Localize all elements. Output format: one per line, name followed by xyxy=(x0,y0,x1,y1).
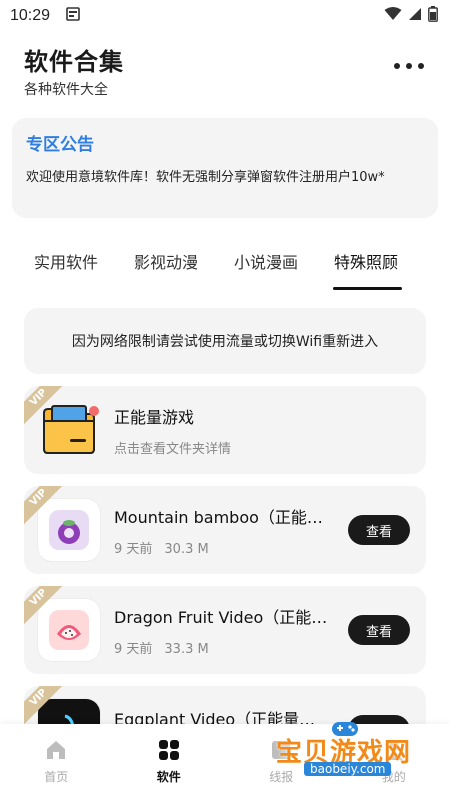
category-tabs: 实用软件 影视动漫 小说漫画 特殊照顾 xyxy=(0,244,450,290)
folder-description: 点击查看文件夹详情 xyxy=(114,441,232,457)
nav-label: 首页 xyxy=(44,770,69,784)
app-meta: 9 天前 30.3 M xyxy=(114,538,338,557)
announcement-body: 欢迎使用意境软件库！软件无强制分享弹窗软件注册用户10w* xyxy=(26,170,385,185)
battery-icon xyxy=(428,6,438,26)
app-size: 30.3 M xyxy=(164,541,209,557)
more-options-icon[interactable] xyxy=(394,56,424,76)
app-item[interactable]: VIP Dragon Fruit Video（正能… 9 天前 33.3 M 查看 xyxy=(24,586,426,674)
page-subtitle: 各种软件大全 xyxy=(24,82,108,98)
tab-utility-software[interactable]: 实用软件 xyxy=(16,244,116,284)
network-tip-text: 因为网络限制请尝试使用流量或切换Wifi重新进入 xyxy=(71,334,379,350)
folder-icon xyxy=(43,405,99,454)
tab-film-anime[interactable]: 影视动漫 xyxy=(116,244,216,284)
app-size: 33.3 M xyxy=(164,641,209,657)
page-title: 软件合集 xyxy=(24,48,124,76)
eggplant-icon xyxy=(38,699,100,724)
signal-icon xyxy=(408,7,422,25)
app-item[interactable]: VIP Mountain bamboo（正能… 9 天前 30.3 M 查看 xyxy=(24,486,426,574)
app-updated-time: 9 天前 xyxy=(114,641,153,657)
watermark: 宝贝游戏网 baobeiy.com xyxy=(266,718,426,784)
network-tip-card: 因为网络限制请尝试使用流量或切换Wifi重新进入 xyxy=(24,308,426,374)
view-button[interactable]: 查看 xyxy=(348,515,410,545)
dragon-fruit-icon xyxy=(38,599,100,661)
app-name: Mountain bamboo（正能… xyxy=(114,507,323,527)
home-icon xyxy=(47,741,66,759)
announcement-card: 专区公告 欢迎使用意境软件库！软件无强制分享弹窗软件注册用户10w* xyxy=(12,118,438,218)
app-name: Dragon Fruit Video（正能… xyxy=(114,607,328,627)
page-header: 软件合集 各种软件大全 xyxy=(0,32,450,102)
mangosteen-icon xyxy=(38,499,100,561)
watermark-url: baobeiy.com xyxy=(304,762,392,776)
nav-software[interactable]: 软件 xyxy=(113,724,226,800)
nav-home[interactable]: 首页 xyxy=(0,724,113,800)
status-bar: 10:29 xyxy=(0,0,450,32)
wifi-icon xyxy=(384,7,402,25)
status-time: 10:29 xyxy=(10,7,51,24)
folder-name: 正能量游戏 xyxy=(114,407,195,427)
view-button[interactable]: 查看 xyxy=(348,615,410,645)
nav-label: 软件 xyxy=(156,770,181,784)
folder-item[interactable]: VIP 正能量游戏 点击查看文件夹详情 xyxy=(24,386,426,474)
notification-icon xyxy=(66,7,80,25)
app-meta: 9 天前 33.3 M xyxy=(114,638,338,657)
app-updated-time: 9 天前 xyxy=(114,541,153,557)
grid-icon xyxy=(158,740,179,760)
tab-novel-comic[interactable]: 小说漫画 xyxy=(216,244,316,284)
software-list[interactable]: 因为网络限制请尝试使用流量或切换Wifi重新进入 VIP 正能量游戏 点击查看文… xyxy=(0,292,450,724)
announcement-title: 专区公告 xyxy=(26,135,94,155)
tab-special-care[interactable]: 特殊照顾 xyxy=(316,244,416,290)
